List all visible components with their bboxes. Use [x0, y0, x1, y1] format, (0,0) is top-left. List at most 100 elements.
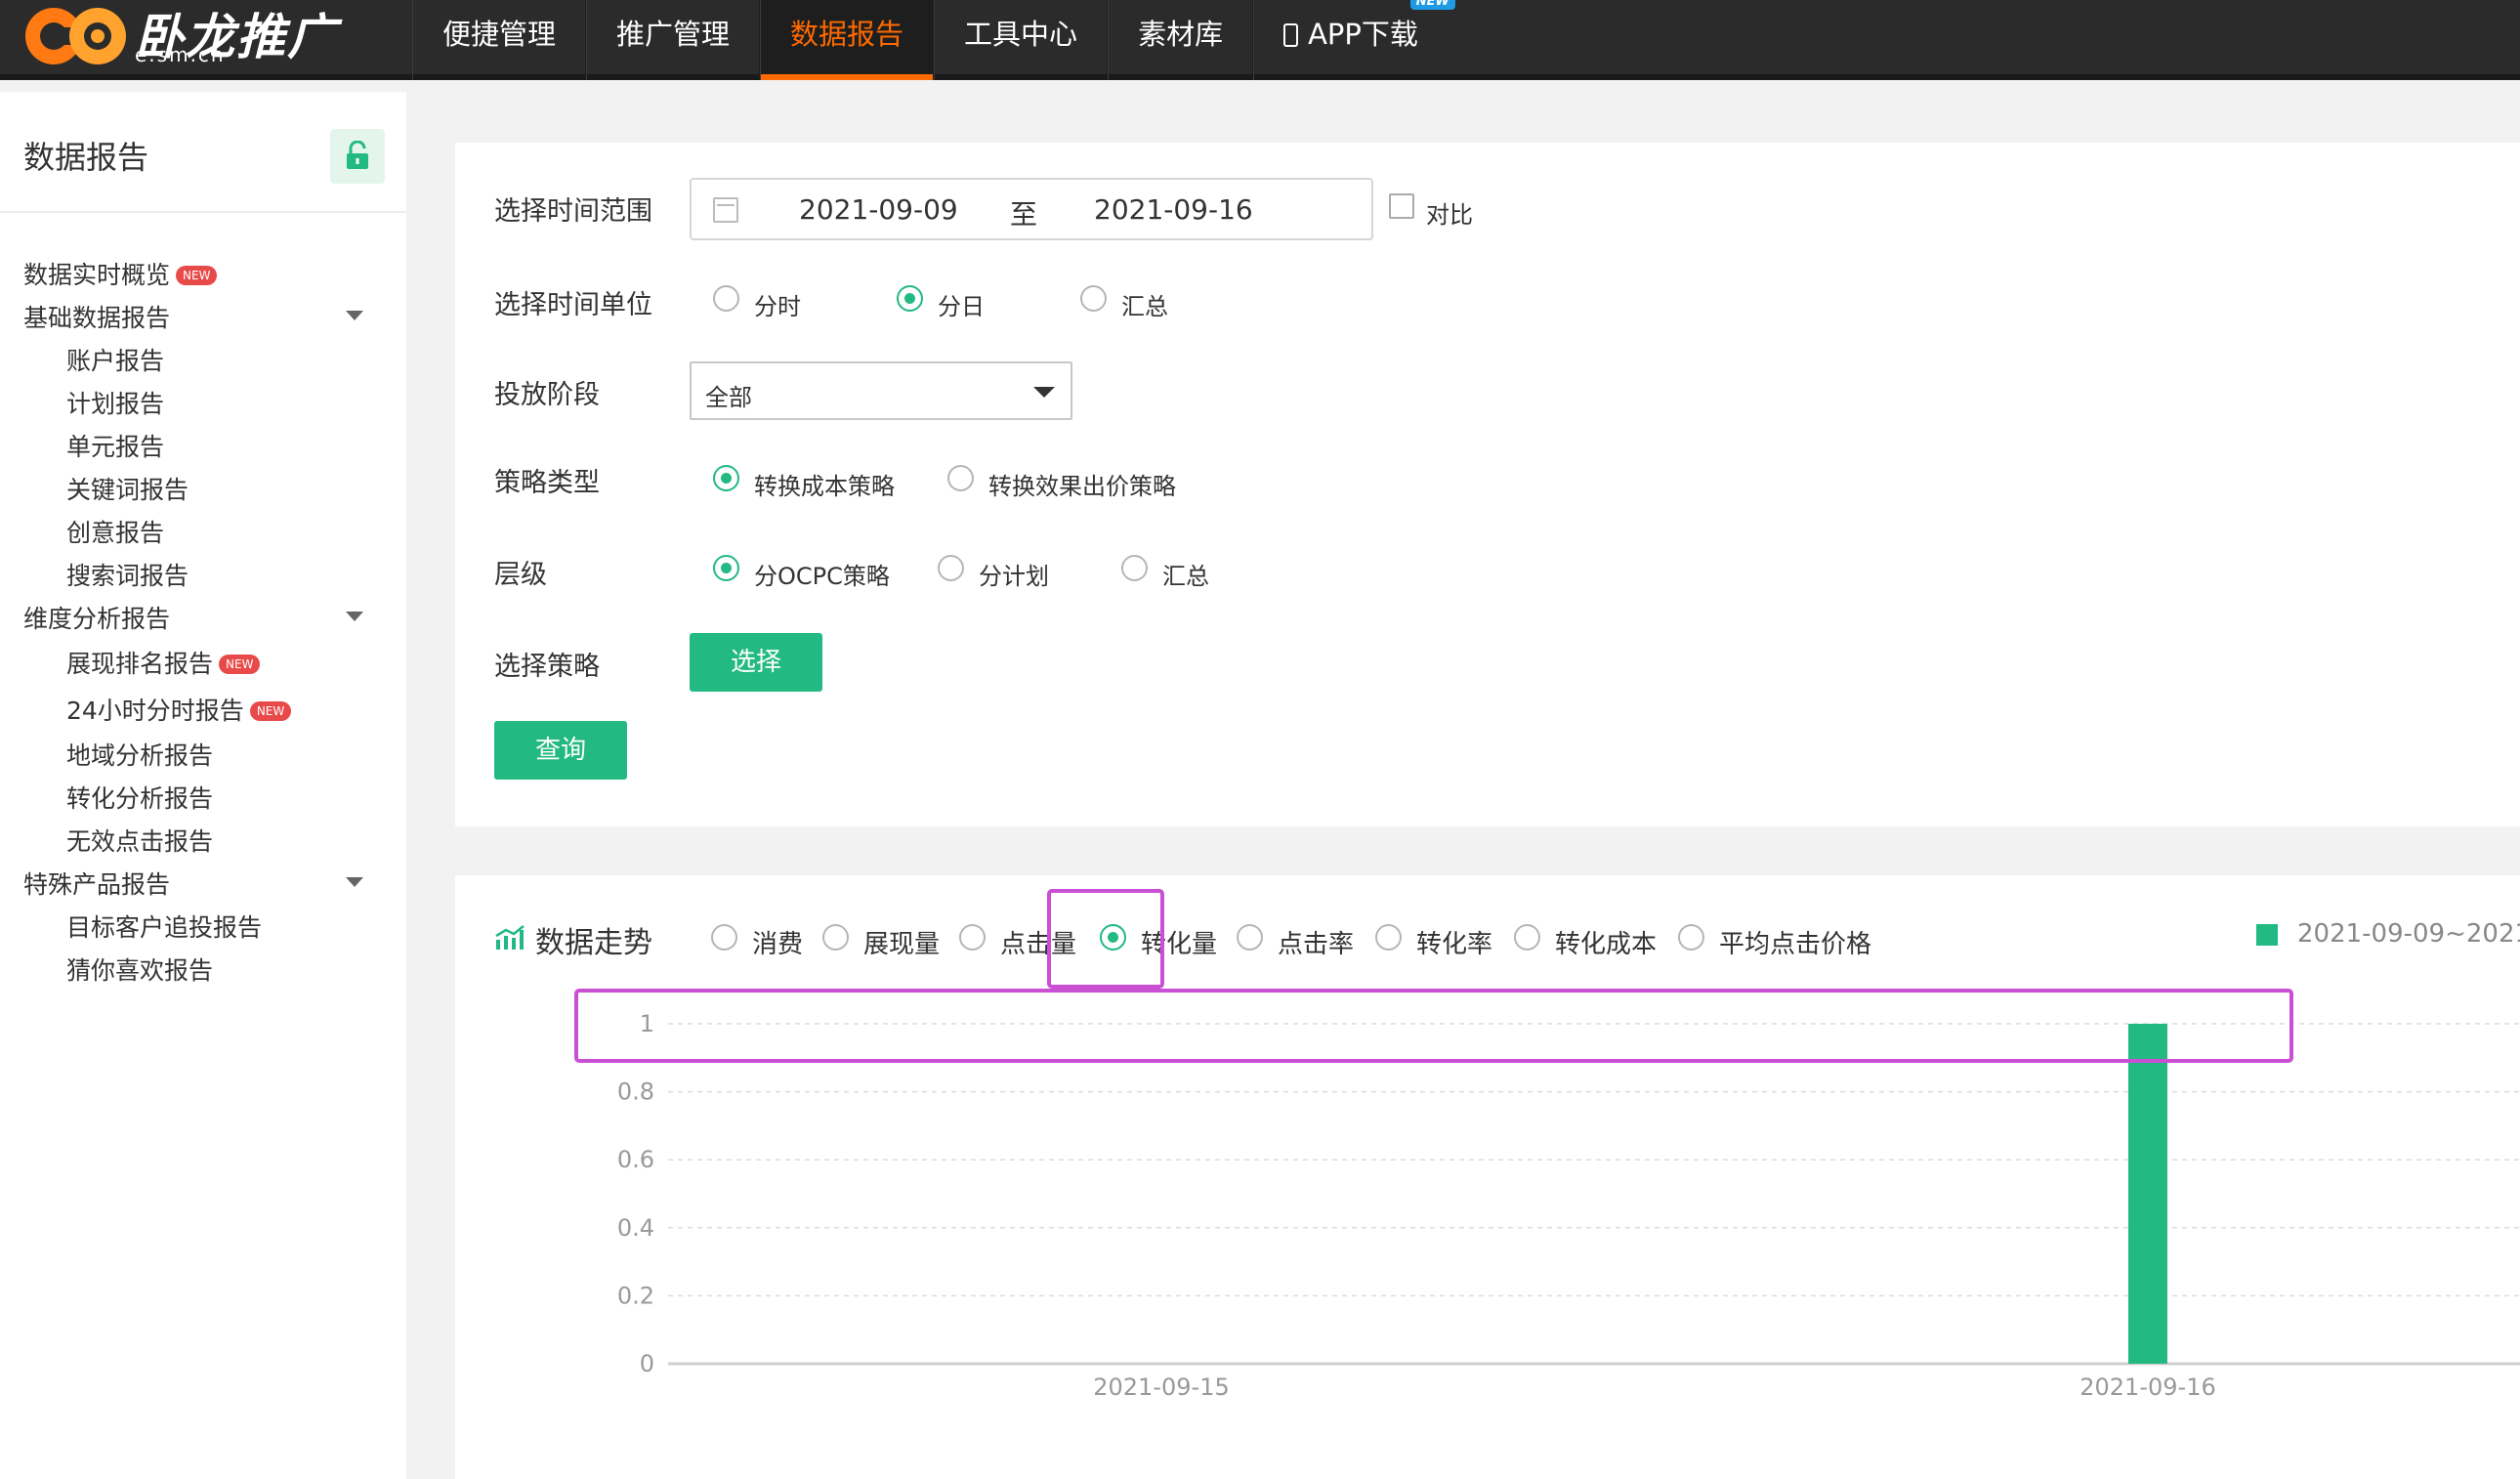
- nav-label: 便捷管理: [442, 18, 557, 51]
- y-tick-label: 0: [640, 1350, 654, 1377]
- filter-panel: 选择时间范围 2021-09-09 至 2021-09-16 对比 选择时间单位…: [455, 143, 2520, 826]
- new-badge: NEW: [176, 266, 218, 285]
- sidebar-item-label: 展现排名报告: [66, 650, 214, 678]
- sidebar-item-label: 猜你喜欢报告: [66, 956, 214, 985]
- radio-level-total[interactable]: [1121, 555, 1148, 581]
- nav-label: 工具中心: [964, 18, 1078, 51]
- x-tick-label: 2021-09-16: [2079, 1373, 2215, 1401]
- radio-level-plan[interactable]: [938, 555, 964, 581]
- sidebar-item-region-report[interactable]: 地域分析报告: [66, 737, 213, 772]
- trend-bar-chart: 0 0.2 0.4 0.6 0.8 1 2021-09-15 2021-09-16: [617, 1010, 2520, 1401]
- sidebar-item-label: 关键词报告: [66, 476, 189, 504]
- sidebar-item-account-report[interactable]: 账户报告: [66, 342, 164, 377]
- sidebar-item-label: 账户报告: [66, 347, 165, 375]
- calendar-icon: [713, 197, 738, 223]
- chevron-down-icon[interactable]: [346, 877, 363, 887]
- sidebar-item-search-term-report[interactable]: 搜索词报告: [66, 557, 189, 592]
- sidebar-item-retarget-report[interactable]: 目标客户追投报告: [66, 909, 262, 944]
- radio-label: 分时: [754, 293, 801, 320]
- time-range-label: 选择时间范围: [494, 196, 652, 227]
- nav-item-promotion-manage[interactable]: 推广管理: [586, 0, 761, 80]
- sidebar-item-keyword-report[interactable]: 关键词报告: [66, 471, 189, 506]
- radio-label: 分日: [938, 293, 985, 320]
- top-nav-bar: 卧龙推广 e.sm.cn 便捷管理 推广管理 数据报告 工具中心 素材库 APP…: [0, 0, 2520, 80]
- strategy-type-label: 策略类型: [494, 468, 600, 498]
- new-badge: NEW: [249, 701, 292, 721]
- sidebar-group-label: 基础数据报告: [23, 304, 171, 332]
- radio-time-unit-hour[interactable]: [713, 285, 739, 312]
- lock-button[interactable]: [330, 129, 385, 184]
- sidebar-group-label: 维度分析报告: [23, 605, 171, 633]
- time-unit-label: 选择时间单位: [494, 290, 652, 320]
- chevron-down-icon: [1033, 387, 1055, 398]
- date-start[interactable]: 2021-09-09: [799, 193, 958, 226]
- radio-strategy-effect-bid[interactable]: [947, 465, 974, 491]
- x-tick-label: 2021-09-15: [1093, 1373, 1229, 1401]
- new-badge: NEW: [1409, 0, 1455, 10]
- sidebar-group-special-report[interactable]: 特殊产品报告: [23, 866, 170, 901]
- y-tick-label: 0.4: [617, 1214, 654, 1242]
- nav-label: 素材库: [1138, 18, 1224, 51]
- sidebar-item-label: 搜索词报告: [66, 562, 189, 590]
- sidebar-item-hourly-report[interactable]: 24小时分时报告 NEW: [66, 692, 292, 727]
- brand-domain: e.sm.cn: [135, 43, 226, 66]
- radio-label: 转换效果出价策略: [988, 473, 1176, 500]
- sidebar-item-label: 24小时分时报告: [66, 697, 244, 725]
- sidebar-item-guess-you-like-report[interactable]: 猜你喜欢报告: [66, 951, 213, 987]
- nav-item-shortcut-manage[interactable]: 便捷管理: [412, 0, 587, 80]
- y-tick-label: 0.8: [617, 1078, 654, 1106]
- chevron-down-icon[interactable]: [346, 612, 363, 621]
- nav-label: 数据报告: [790, 18, 904, 51]
- sidebar-item-plan-report[interactable]: 计划报告: [66, 385, 164, 420]
- chevron-down-icon[interactable]: [346, 311, 363, 320]
- y-tick-label: 1: [640, 1010, 654, 1037]
- sidebar-item-creative-report[interactable]: 创意报告: [66, 514, 164, 549]
- date-end[interactable]: 2021-09-16: [1094, 193, 1253, 226]
- sidebar-item-label: 单元报告: [66, 433, 165, 461]
- main-nav: 便捷管理 推广管理 数据报告 工具中心 素材库 APP下载 NEW: [412, 0, 1455, 80]
- sidebar-item-unit-report[interactable]: 单元报告: [66, 428, 164, 463]
- select-strategy-button[interactable]: 选择: [690, 633, 822, 692]
- nav-item-app-download[interactable]: APP下载 NEW: [1253, 0, 1455, 80]
- nav-item-material-library[interactable]: 素材库: [1108, 0, 1254, 80]
- stage-select[interactable]: 全部: [690, 361, 1072, 420]
- radio-time-unit-total[interactable]: [1080, 285, 1107, 312]
- query-button[interactable]: 查询: [494, 721, 627, 780]
- radio-label: 转换成本策略: [754, 473, 895, 500]
- sidebar-header: 数据报告: [0, 92, 406, 213]
- radio-label: 汇总: [1121, 293, 1168, 320]
- level-label: 层级: [494, 560, 547, 590]
- radio-label: 分OCPC策略: [754, 563, 890, 590]
- brand-logo[interactable]: 卧龙推广 e.sm.cn: [21, 2, 373, 72]
- radio-level-ocpc[interactable]: [713, 555, 739, 581]
- sidebar-item-label: 目标客户追投报告: [66, 913, 263, 942]
- radio-time-unit-day[interactable]: [897, 285, 923, 312]
- nav-item-tool-center[interactable]: 工具中心: [934, 0, 1109, 80]
- sidebar-group-dimension-report[interactable]: 维度分析报告: [23, 600, 170, 635]
- nav-label: 推广管理: [616, 18, 731, 51]
- sidebar-group-basic-report[interactable]: 基础数据报告: [23, 299, 170, 334]
- sidebar-group-label: 特殊产品报告: [23, 870, 171, 899]
- nav-item-data-report[interactable]: 数据报告: [760, 0, 935, 80]
- sidebar-item-conversion-report[interactable]: 转化分析报告: [66, 780, 213, 815]
- nav-label: APP下载: [1308, 18, 1418, 51]
- sidebar-item-rank-report[interactable]: 展现排名报告 NEW: [66, 645, 261, 680]
- select-strategy-label: 选择策略: [494, 652, 600, 682]
- sidebar-item-invalid-click-report[interactable]: 无效点击报告: [66, 823, 213, 858]
- compare-checkbox[interactable]: [1389, 193, 1414, 219]
- radio-label: 汇总: [1162, 563, 1209, 590]
- date-separator: 至: [1010, 198, 1038, 231]
- radio-strategy-cost[interactable]: [713, 465, 739, 491]
- y-tick-label: 0.6: [617, 1146, 654, 1173]
- y-tick-label: 0.2: [617, 1282, 654, 1309]
- sidebar-item-label: 无效点击报告: [66, 827, 214, 856]
- bar[interactable]: [2128, 1024, 2167, 1364]
- stage-select-value: 全部: [705, 384, 752, 411]
- sidebar-item-label: 数据实时概览: [23, 261, 171, 289]
- radio-label: 分计划: [979, 563, 1049, 590]
- sidebar-item-realtime-overview[interactable]: 数据实时概览 NEW: [23, 256, 218, 291]
- date-range-picker[interactable]: 2021-09-09 至 2021-09-16: [690, 178, 1373, 240]
- sidebar-item-label: 地域分析报告: [66, 741, 214, 770]
- phone-icon: [1283, 23, 1299, 47]
- trend-panel: 数据走势 消费 展现量 点击量 转化量 点击率 转化率 转化成本 平均点击价格 …: [455, 875, 2520, 1479]
